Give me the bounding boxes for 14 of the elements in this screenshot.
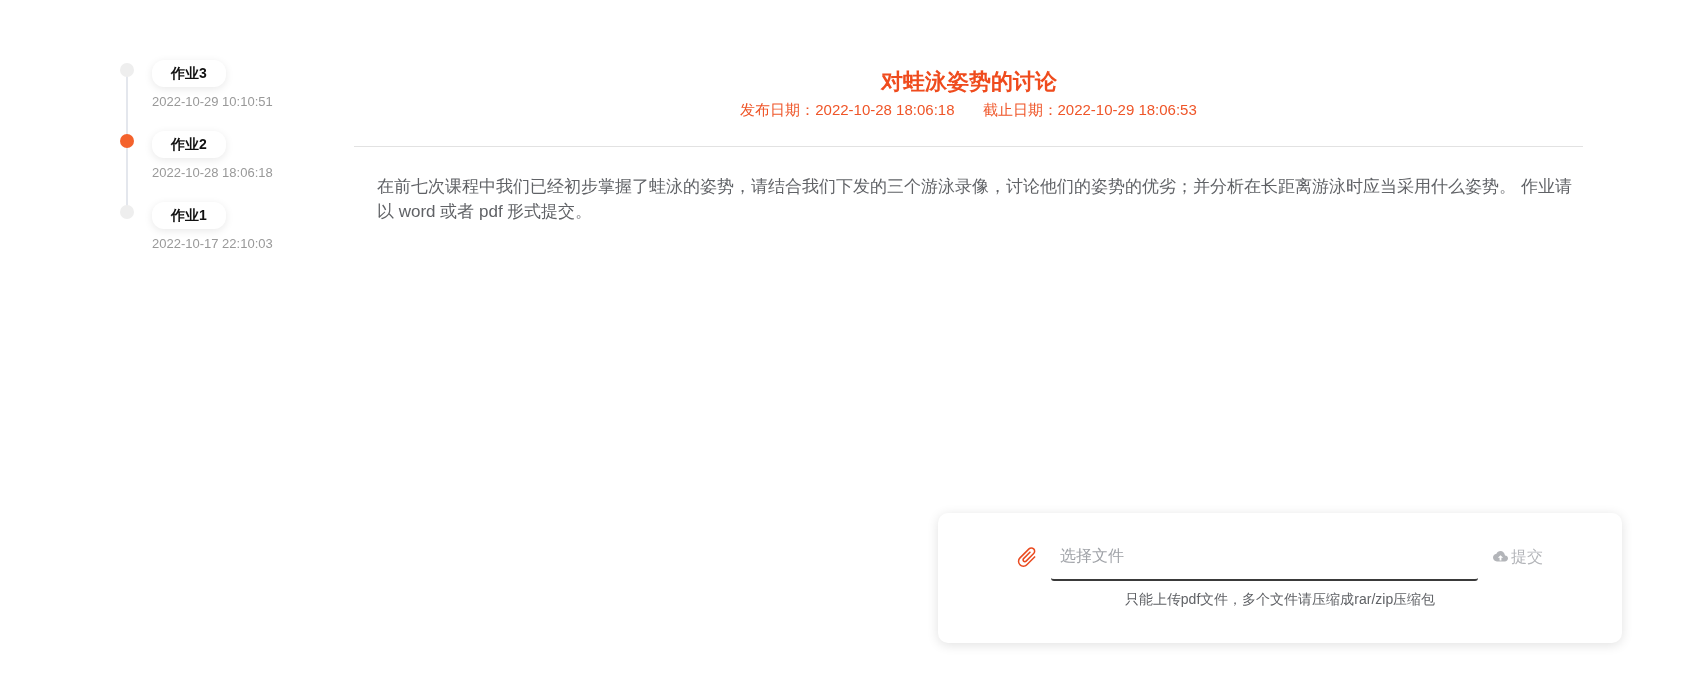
assignment-time: 2022-10-29 10:10:51 <box>152 93 274 111</box>
assignment-time: 2022-10-17 22:10:03 <box>152 235 274 253</box>
assignment-title: 对蛙泳姿势的讨论 <box>880 68 1057 96</box>
assignment-button[interactable]: 作业2 <box>152 131 226 158</box>
assignment-button[interactable]: 作业1 <box>152 202 226 229</box>
assignment-description: 在前七次课程中我们已经初步掌握了蛙泳的姿势，请结合我们下发的三个游泳录像，讨论他们的姿势的优劣；并分析在长距离游泳时应当采用什么姿势。 作业请以 word 或者 pdf 形式提交。 <box>377 176 1573 223</box>
cloud-upload-icon <box>1493 551 1508 563</box>
upload-hint: 只能上传pdf文件，多个文件请压缩成rar/zip压缩包 <box>1123 590 1437 609</box>
deadline-date: 截止日期：2022-10-29 18:06:53 <box>982 100 1197 120</box>
publish-date: 发布日期：2022-10-28 18:06:18 <box>740 100 955 120</box>
file-input-field[interactable]: 选择文件 <box>1051 533 1478 581</box>
paperclip-icon <box>1016 546 1038 568</box>
assignment-time: 2022-10-28 18:06:18 <box>152 164 274 182</box>
assignment-button[interactable]: 作业3 <box>152 60 226 87</box>
